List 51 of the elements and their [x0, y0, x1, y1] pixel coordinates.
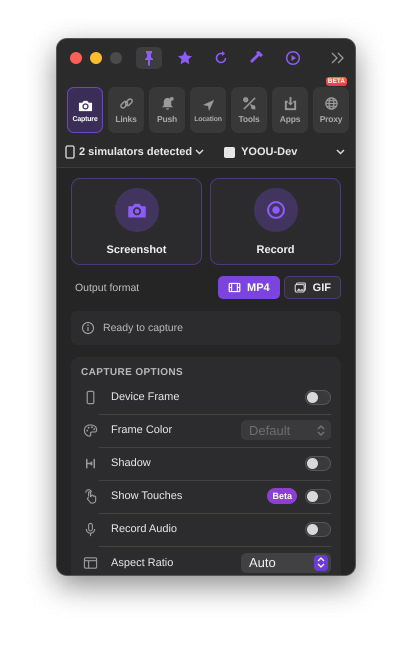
tab[interactable]: Push: [149, 87, 185, 133]
chevrons-icon[interactable]: [331, 52, 345, 64]
hand-icon: [82, 489, 98, 504]
hammer-icon: [249, 50, 265, 66]
output-format-label: Output format: [75, 282, 140, 294]
tab[interactable]: Tools: [231, 87, 267, 133]
simulator-dropdown[interactable]: 2 simulators detected: [79, 146, 204, 158]
screenshot-button[interactable]: Screenshot: [71, 178, 202, 265]
apps-icon: [282, 96, 298, 111]
format-button[interactable]: MP4: [218, 276, 280, 299]
toggle-switch[interactable]: [305, 456, 331, 470]
option-label: Aspect Ratio: [110, 556, 174, 568]
play-icon: [285, 50, 301, 66]
chevron-icon: [336, 149, 345, 155]
close-button[interactable]: [70, 52, 82, 64]
option-label: Record Audio: [110, 523, 178, 535]
stepper-icon: [317, 557, 325, 568]
link-icon: [118, 96, 134, 111]
star-icon: [177, 50, 193, 66]
toggle-switch[interactable]: [305, 390, 331, 404]
stepper-icon: [317, 424, 325, 436]
status-text: Ready to capture: [103, 322, 183, 334]
tools-icon: [242, 96, 256, 111]
format-button[interactable]: GIF: [284, 276, 341, 299]
option-label: Device Frame: [110, 391, 180, 403]
palette-icon: [82, 423, 98, 438]
record-button[interactable]: Record: [210, 178, 341, 265]
location-icon: [200, 98, 216, 112]
tab[interactable]: Apps: [272, 87, 308, 133]
photo-icon: [294, 281, 307, 294]
chevron-icon: [195, 149, 204, 155]
minimize-button[interactable]: [90, 52, 102, 64]
option-label: Show Touches: [110, 490, 184, 502]
refresh-icon: [213, 50, 229, 66]
toolbar-button[interactable]: [136, 47, 162, 69]
toggle-switch[interactable]: [305, 488, 331, 504]
globe-icon: [324, 96, 338, 111]
record-icon: [266, 200, 286, 220]
info-icon: [81, 321, 95, 335]
option-label: Shadow: [110, 457, 152, 469]
select-dropdown[interactable]: Auto: [241, 552, 331, 572]
beta-badge: Beta: [267, 488, 297, 504]
device-dropdown[interactable]: YOOU-Dev: [224, 146, 345, 158]
phone-icon: [65, 145, 75, 159]
tab[interactable]: Proxy: [313, 87, 349, 133]
section-heading: CAPTURE OPTIONS: [81, 367, 184, 378]
bell-icon: [160, 96, 174, 111]
toggle-switch[interactable]: [305, 522, 331, 536]
option-label: Frame Color: [110, 424, 174, 436]
film-icon: [228, 281, 242, 294]
tab[interactable]: Links: [108, 87, 144, 133]
